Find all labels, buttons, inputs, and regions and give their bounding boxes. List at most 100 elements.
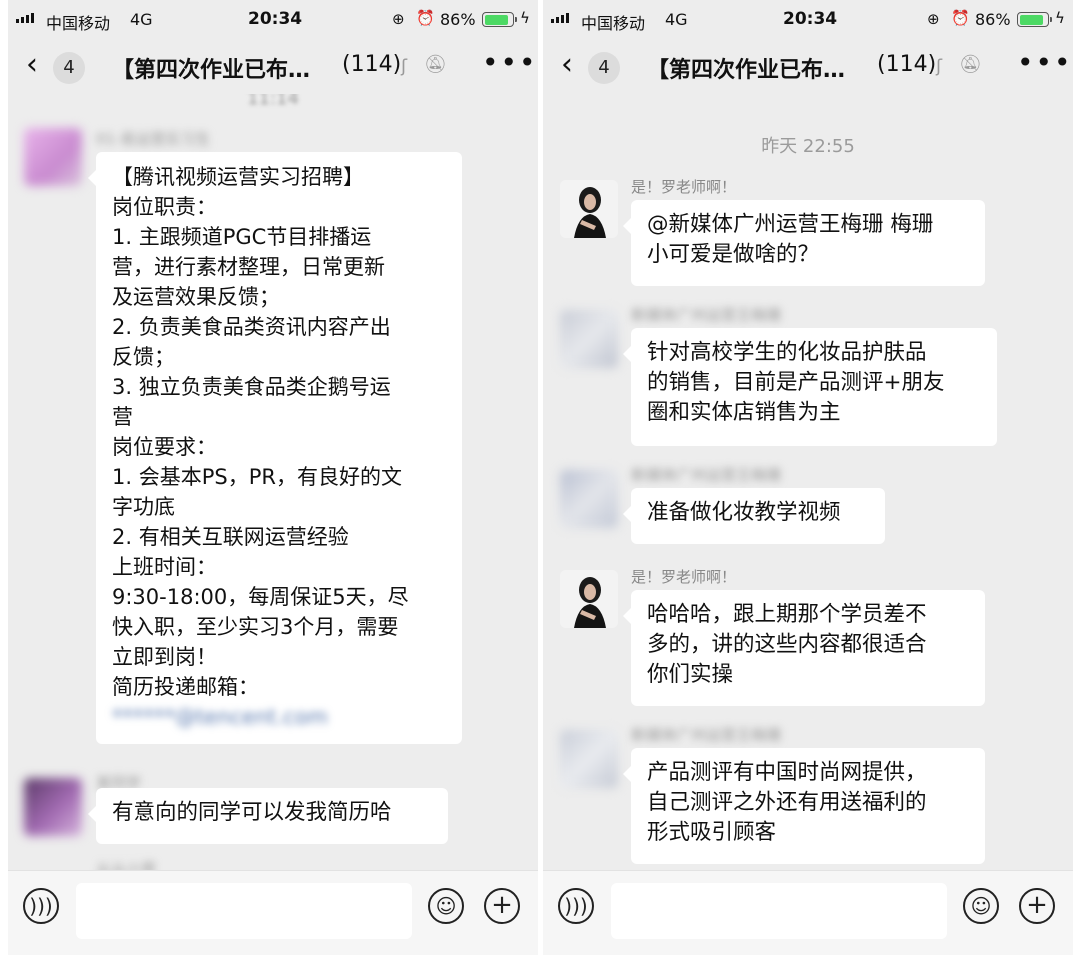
message-bubble[interactable]: 哈哈哈，跟上期那个学员差不 多的，讲的这些内容都很适合 你们实操 xyxy=(623,590,985,706)
status-bar: 中国移动 4G 20:34 ⊕ ⏰ 86% ϟ xyxy=(543,0,1073,40)
avatar[interactable] xyxy=(560,570,618,628)
message-line: 多的，讲的这些内容都很适合 xyxy=(647,632,927,657)
plus-icon[interactable]: + xyxy=(1019,888,1055,924)
message-line: 有意向的同学可以发我简历哈 xyxy=(112,800,392,825)
back-button[interactable]: ‹ xyxy=(561,50,573,80)
message-line: 立即到岗！ xyxy=(112,645,217,669)
carrier-label: 中国移动 xyxy=(581,14,646,33)
network-label: 4G xyxy=(130,10,153,29)
message-bubble[interactable]: 针对高校学生的化妆品护肤品 的销售，目前是产品测评+朋友 圈和实体店销售为主 xyxy=(623,328,997,446)
more-button[interactable]: ••• xyxy=(482,46,538,79)
avatar[interactable] xyxy=(560,470,618,528)
group-title: 【第四次作业已布… xyxy=(112,58,311,83)
rotation-lock-icon: ⊕ xyxy=(927,10,940,28)
signal-icon xyxy=(551,13,569,23)
timestamp: 11:14 xyxy=(247,94,299,109)
message-line: 准备做化妆教学视频 xyxy=(647,500,841,525)
member-count: (114) xyxy=(342,52,402,77)
member-count: (114) xyxy=(877,52,937,77)
carrier-label: 中国移动 xyxy=(46,14,111,33)
unread-count-badge[interactable]: 4 xyxy=(53,52,85,84)
message-line: 及运营效果反馈； xyxy=(112,285,280,309)
network-label: 4G xyxy=(665,10,688,29)
message-input[interactable] xyxy=(76,883,412,939)
message-list[interactable]: 11:14 01-易运营实习生 【腾讯视频运营实习招聘】 岗位职责： 1. 主跟… xyxy=(8,94,538,870)
message-bubble[interactable]: @新媒体广州运营王梅珊 梅珊 小可爱是做啥的？ xyxy=(623,200,985,286)
message-list[interactable]: 昨天 22:55 是！罗老师啊！ @新媒体广州运营王梅珊 梅珊 小可爱是做啥的？… xyxy=(543,94,1073,870)
timestamp: 昨天 22:55 xyxy=(761,136,855,157)
message-line: 9:30-18:00，每周保证5天，尽 xyxy=(112,585,409,609)
charging-icon: ϟ xyxy=(1055,9,1065,27)
chat-header: ‹ 4 【第四次作业已布… (114) ʃ 🔕︎ ••• xyxy=(8,40,538,94)
message-line: 针对高校学生的化妆品护肤品 xyxy=(647,340,927,365)
sender-name: 是！罗老师啊！ xyxy=(631,568,737,586)
avatar[interactable] xyxy=(560,730,618,788)
battery-icon xyxy=(1017,12,1052,27)
message-line: 【腾讯视频运营实习招聘】 xyxy=(112,165,364,189)
voice-icon[interactable]: ))) xyxy=(23,888,59,924)
message-line: 快入职，至少实习3个月，需要 xyxy=(112,615,399,639)
battery-percent: 86% xyxy=(975,10,1011,29)
teacher-photo-icon xyxy=(560,180,618,238)
battery-percent: 86% xyxy=(440,10,476,29)
message-line: 2. 有相关互联网运营经验 xyxy=(112,525,349,549)
message-line: 1. 会基本PS，PR，有良好的文 xyxy=(112,465,402,489)
emoji-icon[interactable]: ☺ xyxy=(963,888,999,924)
alarm-icon: ⏰ xyxy=(951,9,970,27)
mute-bell-icon: 🔕︎ xyxy=(959,54,982,75)
message-line: @新媒体广州运营王梅珊 梅珊 xyxy=(647,212,934,237)
mute-bell-icon: 🔕︎ xyxy=(424,54,447,75)
message-line: 自己测评之外还有用送福利的 xyxy=(647,790,927,815)
input-bar: ))) ☺ + xyxy=(543,870,1073,955)
battery-icon xyxy=(482,12,517,27)
message-bubble[interactable]: 【腾讯视频运营实习招聘】 岗位职责： 1. 主跟频道PGC节目排播运 营，进行素… xyxy=(88,152,462,744)
message-bubble[interactable]: 有意向的同学可以发我简历哈 xyxy=(88,788,448,844)
avatar[interactable] xyxy=(560,310,618,368)
more-button[interactable]: ••• xyxy=(1017,46,1073,79)
message-line: 营，进行素材整理，日常更新 xyxy=(112,255,385,279)
earpiece-mode-icon: ʃ xyxy=(401,56,408,77)
message-line: 2. 负责美食品类资讯内容产出 xyxy=(112,315,391,339)
sender-name: 是！罗老师啊！ xyxy=(631,178,737,196)
back-button[interactable]: ‹ xyxy=(26,50,38,80)
message-line: 字功底 xyxy=(112,495,175,519)
message-line: 上班时间： xyxy=(112,555,217,579)
message-line: 产品测评有中国时尚网提供， xyxy=(647,760,927,785)
message-line: 你们实操 xyxy=(647,662,734,687)
sender-name-blurred: 新媒体广州运营王梅珊 xyxy=(631,466,782,484)
voice-icon[interactable]: ))) xyxy=(558,888,594,924)
message-line: 营 xyxy=(112,405,133,429)
message-line: 1. 主跟频道PGC节目排播运 xyxy=(112,225,372,249)
group-title: 【第四次作业已布… xyxy=(647,58,846,83)
email-link-blurred[interactable]: ******@tencent.com xyxy=(112,702,446,732)
alarm-icon: ⏰ xyxy=(416,9,435,27)
message-line: 反馈； xyxy=(112,345,175,369)
right-phone-screenshot: 中国移动 4G 20:34 ⊕ ⏰ 86% ϟ ‹ 4 【第四次作业已布… (1… xyxy=(543,0,1073,955)
message-line: 小可爱是做啥的？ xyxy=(647,242,820,267)
avatar[interactable] xyxy=(24,128,82,186)
plus-icon[interactable]: + xyxy=(484,888,520,924)
sender-name-blurred: 新媒体广州运营王梅珊 xyxy=(631,306,782,324)
sender-name-blurred: 从从小哥 xyxy=(96,860,157,870)
emoji-icon[interactable]: ☺ xyxy=(428,888,464,924)
clock: 20:34 xyxy=(783,9,838,29)
message-line: 3. 独立负责美食品类企鹅号运 xyxy=(112,375,391,399)
avatar[interactable] xyxy=(560,180,618,238)
message-line: 的销售，目前是产品测评+朋友 xyxy=(647,370,945,395)
message-input[interactable] xyxy=(611,883,947,939)
avatar[interactable] xyxy=(24,778,82,836)
unread-count-badge[interactable]: 4 xyxy=(588,52,620,84)
message-bubble[interactable]: 准备做化妆教学视频 xyxy=(623,488,885,544)
earpiece-mode-icon: ʃ xyxy=(936,56,943,77)
message-line: 哈哈哈，跟上期那个学员差不 xyxy=(647,602,927,627)
message-line: 圈和实体店销售为主 xyxy=(647,400,841,425)
teacher-photo-icon xyxy=(560,570,618,628)
sender-name-blurred: 01-易运营实习生 xyxy=(96,130,211,148)
status-bar: 中国移动 4G 20:34 ⊕ ⏰ 86% ϟ xyxy=(8,0,538,40)
rotation-lock-icon: ⊕ xyxy=(392,10,405,28)
chat-header: ‹ 4 【第四次作业已布… (114) ʃ 🔕︎ ••• xyxy=(543,40,1073,94)
message-bubble[interactable]: 产品测评有中国时尚网提供， 自己测评之外还有用送福利的 形式吸引顾客 xyxy=(623,748,985,864)
sender-name-blurred: 新媒体广州运营王梅珊 xyxy=(631,726,782,744)
message-line: 岗位要求： xyxy=(112,435,217,459)
message-line: 岗位职责： xyxy=(112,195,217,219)
